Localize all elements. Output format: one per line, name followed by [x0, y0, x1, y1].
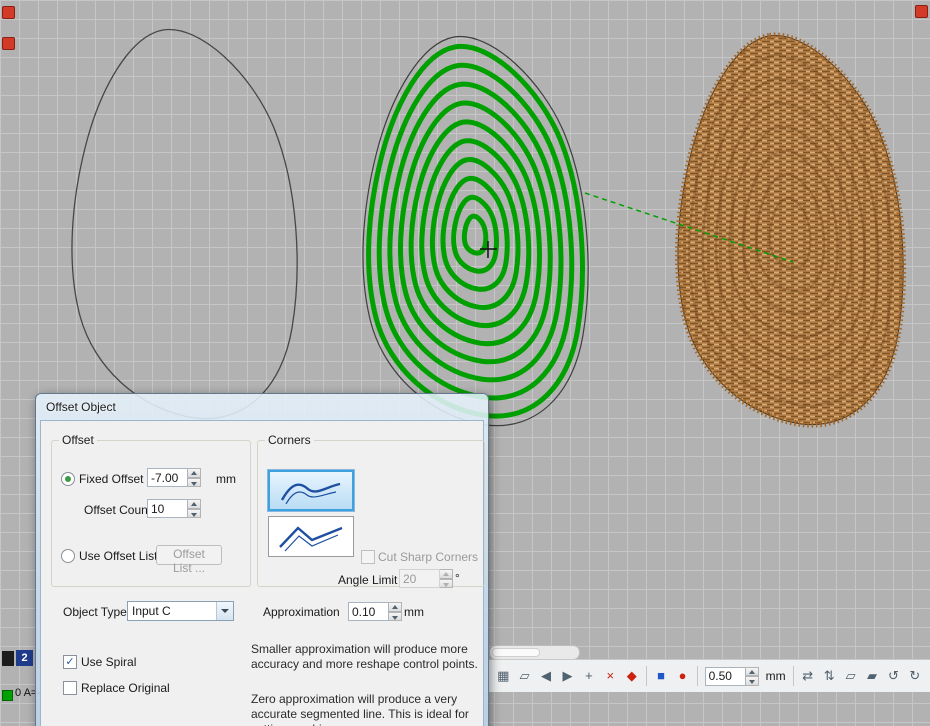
- cut-sharp-corners-label: Cut Sharp Corners: [378, 550, 478, 564]
- offset-count-spinner: [147, 499, 201, 518]
- approximation-spinner: [348, 602, 402, 621]
- cut-sharp-corners-checkbox[interactable]: [361, 550, 375, 564]
- palette-fragment-icon[interactable]: [2, 6, 15, 19]
- dialog-client-area: Offset Fixed Offset mm Offset Count Use …: [40, 420, 484, 726]
- fixed-offset-label: Fixed Offset: [79, 472, 143, 486]
- spinner-down-icon[interactable]: [188, 478, 201, 488]
- angle-limit-unit: °: [455, 571, 460, 585]
- add-node-icon[interactable]: +: [582, 668, 596, 684]
- chevron-down-icon: [221, 609, 229, 613]
- spinner-down-icon[interactable]: [440, 579, 453, 589]
- spinner-down-icon[interactable]: [389, 612, 402, 622]
- horizontal-scrollbar[interactable]: [489, 645, 580, 660]
- dialog-title: Offset Object: [46, 400, 116, 414]
- spinner-up-icon[interactable]: [188, 499, 201, 509]
- corners-group-label: Corners: [265, 433, 314, 447]
- stitched-shape[interactable]: [678, 36, 903, 425]
- corner-style-round-button[interactable]: [268, 470, 354, 511]
- offset-list-button[interactable]: Offset List ...: [156, 545, 222, 565]
- use-offset-list-radio[interactable]: [61, 549, 75, 563]
- offset-preview-shape[interactable]: [363, 37, 588, 426]
- scrollbar-thumb[interactable]: [492, 648, 540, 657]
- spinner-down-icon[interactable]: [188, 509, 201, 519]
- color-chip-green[interactable]: [2, 690, 13, 701]
- angle-limit-input[interactable]: [399, 569, 440, 588]
- spinner-up-icon[interactable]: [746, 667, 759, 677]
- skew-vertical-icon[interactable]: ▰: [865, 668, 879, 684]
- combo-dropdown-button[interactable]: [216, 602, 233, 620]
- help-paragraph-1: Smaller approximation will produce more …: [251, 642, 485, 672]
- corner-style-sharp-button[interactable]: [268, 516, 354, 557]
- fixed-offset-radio[interactable]: [61, 472, 75, 486]
- sharp-corner-icon: [274, 521, 348, 553]
- skew-horizontal-icon[interactable]: ▱: [843, 668, 857, 684]
- spinner-up-icon[interactable]: [440, 569, 453, 579]
- dialog-titlebar[interactable]: Offset Object: [36, 394, 488, 420]
- offset-group-label: Offset: [59, 433, 97, 447]
- red-diamond-icon[interactable]: ◆: [625, 668, 639, 684]
- angle-limit-spinner: [399, 569, 453, 588]
- offset-group: Offset Fixed Offset mm Offset Count Use …: [51, 433, 251, 587]
- stitch-spacing-unit: mm: [766, 669, 786, 683]
- approximation-label: Approximation: [263, 605, 340, 619]
- replace-original-checkbox[interactable]: [63, 681, 77, 695]
- outline-shape[interactable]: [72, 30, 297, 419]
- stitch-spacing-input[interactable]: [705, 667, 746, 686]
- spinner-up-icon[interactable]: [188, 468, 201, 478]
- fixed-offset-input[interactable]: [147, 468, 188, 487]
- approximation-input[interactable]: [348, 602, 389, 621]
- corners-group: Corners Cut Sharp Corners Angle Limit: [257, 433, 485, 587]
- flip-horizontal-icon[interactable]: ⇄: [801, 668, 815, 684]
- flip-vertical-icon[interactable]: ⇅: [822, 668, 836, 684]
- round-corner-icon: [274, 475, 348, 507]
- palette-fragment-icon[interactable]: [915, 5, 928, 18]
- help-paragraph-2: Zero approximation will produce a very a…: [251, 692, 485, 726]
- delete-node-icon[interactable]: ×: [603, 668, 617, 684]
- spinner-down-icon[interactable]: [746, 676, 759, 686]
- blue-square-icon[interactable]: ■: [654, 668, 668, 684]
- fixed-offset-unit: mm: [216, 472, 236, 486]
- red-circle-icon[interactable]: ●: [675, 668, 689, 684]
- offset-rings: [369, 46, 583, 416]
- palette-fragment-icon[interactable]: [2, 37, 15, 50]
- offset-count-input[interactable]: [147, 499, 188, 518]
- spinner-up-icon[interactable]: [389, 602, 402, 612]
- layer-badge[interactable]: 2: [16, 650, 33, 666]
- use-spiral-checkbox[interactable]: ✓: [63, 655, 77, 669]
- rotate-ccw-icon[interactable]: ↺: [886, 668, 900, 684]
- replace-original-label: Replace Original: [81, 681, 170, 695]
- offset-object-dialog: Offset Object Offset Fixed Offset mm Off…: [35, 393, 489, 726]
- stitch-spacing-spinner: [705, 667, 759, 686]
- rotate-cw-icon[interactable]: ↻: [908, 668, 922, 684]
- grid-icon[interactable]: ▦: [496, 668, 510, 684]
- toolbar-separator: [646, 666, 647, 686]
- offset-count-label: Offset Count: [84, 503, 151, 517]
- fixed-offset-spinner: [147, 468, 201, 487]
- node-edit-icon[interactable]: ▱: [517, 668, 531, 684]
- approximation-unit: mm: [404, 605, 424, 619]
- toolbar-separator: [793, 666, 794, 686]
- prev-node-icon[interactable]: ◀: [539, 668, 553, 684]
- bottom-toolbar: ▦ ▱ ◀ ▶ + × ◆ ■ ● mm ⇄ ⇅ ▱ ▰ ↺ ↻: [487, 659, 930, 692]
- angle-limit-label: Angle Limit: [338, 573, 397, 587]
- object-type-label: Object Type: [63, 605, 127, 619]
- object-type-select[interactable]: Input C: [127, 601, 234, 621]
- use-offset-list-label: Use Offset List: [79, 549, 157, 563]
- use-spiral-label: Use Spiral: [81, 655, 136, 669]
- toolbar-separator: [697, 666, 698, 686]
- object-type-value: Input C: [128, 604, 216, 618]
- color-chip-black[interactable]: [2, 651, 14, 666]
- next-node-icon[interactable]: ▶: [560, 668, 574, 684]
